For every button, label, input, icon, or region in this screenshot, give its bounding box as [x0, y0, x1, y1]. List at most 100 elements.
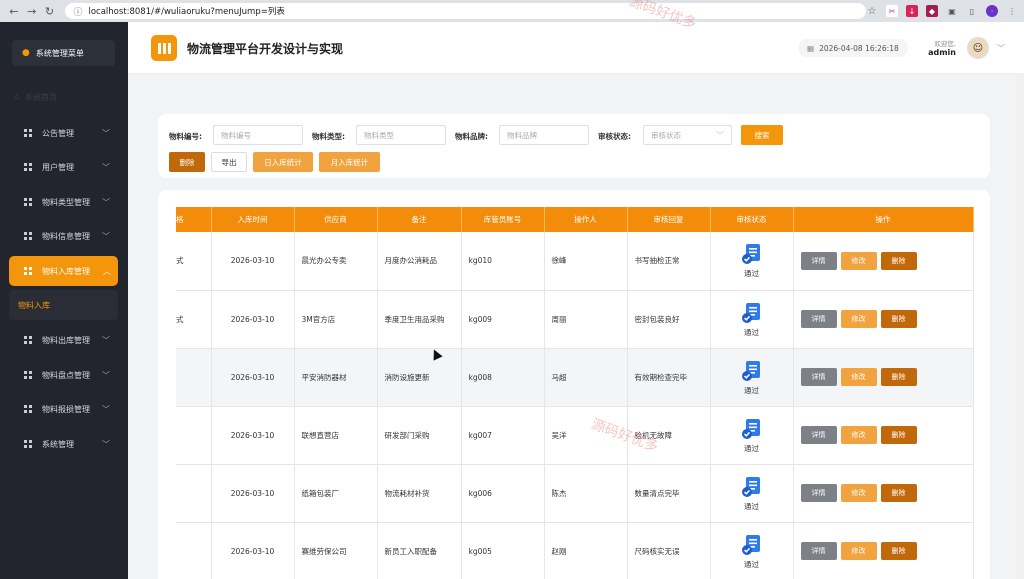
table-cell: kg006 [461, 464, 545, 523]
brand-input[interactable]: 物料品牌 [499, 125, 589, 145]
edit-button[interactable]: 修改 [840, 426, 877, 444]
site-info-icon[interactable]: ⓘ [73, 5, 82, 18]
chevron-down-icon[interactable]: ﹀ [997, 43, 1005, 54]
sidebar-item-material-type[interactable]: 物料类型管理 ﹀ [0, 187, 128, 217]
col-header[interactable]: 供应商 [294, 207, 378, 232]
bookmark-star-icon[interactable]: ☆ [866, 5, 878, 17]
sidebar-subitem-inbound[interactable]: 物料入库 [9, 290, 118, 320]
edit-button[interactable]: 修改 [840, 251, 877, 270]
user-icon: ● [22, 48, 30, 58]
table-cell: kg010 [461, 232, 545, 291]
detail-button[interactable]: 详情 [800, 368, 837, 386]
status-cell: 通过 [710, 406, 794, 465]
delete-button[interactable]: 删除 [880, 426, 917, 444]
page-title: 物流管理平台开发设计与实现 [187, 42, 344, 56]
col-header[interactable]: 审核回复 [627, 207, 711, 232]
table-cell: 吴洋 [544, 406, 628, 465]
col-header[interactable]: 审核状态 [710, 207, 794, 232]
search-button[interactable]: 搜索 [741, 125, 783, 145]
col-header[interactable]: 入库时间 [211, 207, 295, 232]
sidebar-item-users[interactable]: 用户管理 ﹀ [0, 152, 128, 182]
detail-button[interactable]: 详情 [800, 542, 837, 560]
sidebar-item-notice[interactable]: 公告管理 ﹀ [0, 118, 128, 148]
grid-icon [24, 232, 32, 240]
table-cell [176, 522, 212, 579]
table-cell: 2026-03-10 [211, 406, 295, 465]
detail-button[interactable]: 详情 [800, 310, 837, 328]
detail-button[interactable]: 详情 [800, 484, 837, 502]
home-icon: ⌂ [14, 92, 20, 101]
sidebar-item-inventory[interactable]: 物料盘点管理 ﹀ [0, 360, 128, 390]
export-button[interactable]: 导出 [211, 152, 247, 172]
status-text: 通过 [744, 327, 759, 337]
back-icon[interactable]: ← [6, 3, 22, 19]
forward-icon[interactable]: → [24, 3, 40, 19]
edit-button[interactable]: 修改 [840, 368, 877, 386]
col-header[interactable]: 库管员账号 [461, 207, 545, 232]
detail-button[interactable]: 详情 [800, 251, 837, 270]
detail-button[interactable]: 详情 [800, 426, 837, 444]
sidebar-item-label: 物料入库管理 [42, 266, 90, 276]
daily-stat-button[interactable]: 日入库统计 [253, 152, 313, 172]
col-header[interactable]: 备注 [377, 207, 462, 232]
scrollbar[interactable] [1016, 74, 1024, 579]
edit-button[interactable]: 修改 [840, 310, 877, 328]
extensions-puzzle-icon[interactable]: ▣ [946, 5, 958, 17]
delete-button[interactable]: 删除 [880, 368, 917, 386]
sidebar-item-inbound[interactable]: 物料入库管理 ︿ [9, 256, 118, 286]
table-cell: 纸箱包装厂 [294, 464, 378, 523]
code-input[interactable]: 物料编号 [213, 125, 303, 145]
audit-pass-icon [741, 360, 760, 381]
table-cell: kg005 [461, 522, 545, 579]
sidebar-item-system[interactable]: 系统管理 ﹀ [0, 429, 128, 459]
datetime-text: 2026-04-08 16:26:18 [819, 43, 899, 53]
bulk-delete-button[interactable]: 删除 [169, 152, 205, 172]
welcome-block: 欢迎您, admin [926, 38, 956, 57]
edit-button[interactable]: 修改 [840, 484, 877, 502]
table-cell: 研发部门采购 [377, 406, 462, 465]
status-cell: 通过 [710, 522, 794, 579]
browser-menu-icon[interactable]: ⋮ [1006, 5, 1018, 17]
delete-button[interactable]: 删除 [880, 542, 917, 560]
table-cell: 书写抽检正常 [627, 232, 711, 291]
table-cell: 2026-03-10 [211, 464, 295, 523]
reload-icon[interactable]: ↻ [42, 3, 58, 19]
type-input[interactable]: 物料类型 [356, 125, 446, 145]
status-cell: 通过 [710, 348, 794, 407]
table-cell: 式 [176, 290, 212, 349]
sidebar-item-loss[interactable]: 物料报损管理 ﹀ [0, 394, 128, 424]
table-cell: 徐峰 [544, 232, 628, 291]
status-text: 通过 [744, 559, 759, 569]
delete-button[interactable]: 删除 [880, 310, 917, 328]
profile-avatar-icon[interactable]: · [986, 5, 998, 17]
delete-button[interactable]: 删除 [880, 484, 917, 502]
address-bar[interactable]: ⓘ localhost:8081/#/wuliaoruku?menuJump=列… [65, 3, 866, 19]
extension-download-icon[interactable]: ↓ [906, 5, 918, 17]
edit-button[interactable]: 修改 [840, 542, 877, 560]
col-header[interactable]: 格 [176, 207, 212, 232]
table-cell: 密封包装良好 [627, 290, 711, 349]
table-cell: 赵刚 [544, 522, 628, 579]
monthly-stat-button[interactable]: 月入库统计 [319, 152, 380, 172]
table-cell: 月度办公消耗品 [377, 232, 462, 291]
sidepanel-icon[interactable]: ▯ [966, 5, 978, 17]
table-cell: 晨光办公专卖 [294, 232, 378, 291]
username: admin [928, 48, 956, 57]
sidebar-item-outbound[interactable]: 物料出库管理 ﹀ [0, 325, 128, 355]
actions-cell: 详情 修改 删除 [793, 290, 974, 349]
avatar[interactable]: ☺ [967, 37, 989, 59]
status-text: 通过 [744, 443, 759, 453]
sidebar-item-home[interactable]: ⌂ 系统首页 [14, 92, 57, 103]
extension-app-icon[interactable]: ◆ [926, 5, 938, 17]
col-header[interactable]: 操作人 [544, 207, 628, 232]
delete-button[interactable]: 删除 [880, 251, 917, 270]
col-header[interactable]: 操作 [793, 207, 974, 232]
table-cell: 式 [176, 232, 212, 291]
status-select[interactable]: 审核状态 ﹀ [643, 125, 732, 145]
grid-icon [24, 198, 32, 206]
status-cell: 通过 [710, 290, 794, 349]
table-cell: 2026-03-10 [211, 348, 295, 407]
menu-header-label: 系统管理菜单 [35, 48, 84, 58]
sidebar-item-material-info[interactable]: 物料信息管理 ﹀ [0, 221, 128, 251]
extension-scissors-icon[interactable]: ✂ [886, 5, 898, 17]
